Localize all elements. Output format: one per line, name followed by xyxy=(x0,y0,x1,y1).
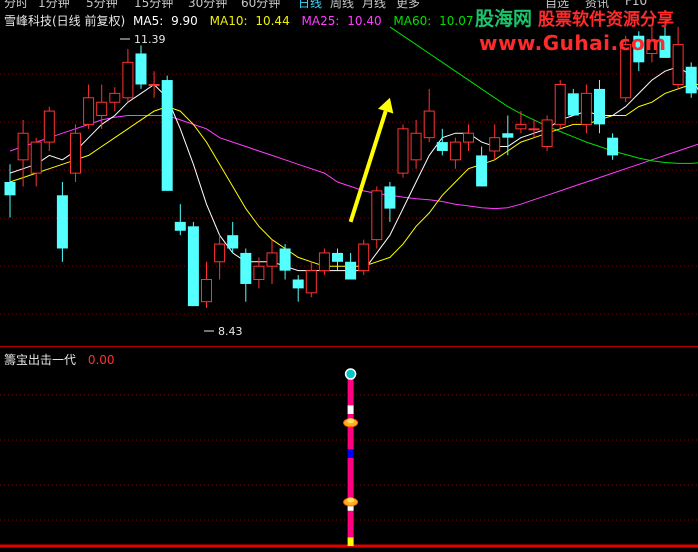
candle-up xyxy=(305,270,317,294)
candle-down xyxy=(227,235,239,249)
candle-down xyxy=(279,248,291,271)
indicator-segment xyxy=(347,510,354,538)
indicator-segment xyxy=(347,537,354,546)
candle-up xyxy=(70,132,81,174)
watermark-slogan: 股票软件资源分享 xyxy=(538,10,675,30)
candle-down xyxy=(332,252,343,262)
high-marker-label: 11.39 xyxy=(134,33,166,46)
candle-up xyxy=(30,141,42,174)
candle-up xyxy=(318,252,330,272)
candle-up xyxy=(554,83,566,125)
candle-down xyxy=(174,221,186,231)
watermark-brand: 股海网 xyxy=(475,8,533,30)
ma25-line xyxy=(9,115,698,210)
candle-up xyxy=(266,252,278,267)
candle-down xyxy=(384,186,396,209)
candle-up xyxy=(96,101,108,117)
candle-up xyxy=(148,83,160,86)
candle-up xyxy=(410,132,422,161)
candle-up xyxy=(541,119,553,148)
indicator-value: 0.00 xyxy=(87,353,115,367)
candle-up xyxy=(371,190,383,241)
candle-up xyxy=(122,61,134,99)
candle-up xyxy=(397,128,409,174)
candle-up xyxy=(515,123,527,130)
candle-up xyxy=(253,265,265,281)
gold-ingot-top xyxy=(347,497,355,503)
candle-up xyxy=(489,137,501,152)
candle-down xyxy=(4,182,16,196)
candle-up xyxy=(463,132,474,143)
candle-down xyxy=(436,142,448,151)
watermark-url: www.Guhai.com xyxy=(479,31,667,55)
candle-down xyxy=(476,155,488,187)
candle-up xyxy=(43,110,55,143)
candle-up xyxy=(580,92,592,125)
candle-down xyxy=(594,88,605,125)
indicator-title: 籌宝出击一代 0.00 xyxy=(4,351,115,368)
moving-average-lines xyxy=(9,26,698,272)
candle-down xyxy=(56,195,68,249)
candle-down xyxy=(685,66,697,94)
stock-chart-window: 分时 1分钟 5分钟 15分钟 30分钟 60分钟 日线 周线 月线 更多 自选… xyxy=(0,0,698,552)
candle-down xyxy=(607,137,619,156)
candle-up xyxy=(358,243,370,272)
candle-up xyxy=(214,243,226,263)
candle-down xyxy=(345,261,357,280)
candle-up xyxy=(109,92,121,103)
candle-up xyxy=(83,97,95,125)
candle-down xyxy=(240,252,252,284)
low-marker-label: 8.43 xyxy=(218,325,243,338)
gold-ingot-top xyxy=(347,418,355,424)
candle-down xyxy=(135,53,147,85)
candle-down xyxy=(161,80,173,191)
candle-up xyxy=(423,110,435,139)
candle-down xyxy=(187,226,199,307)
candle-up xyxy=(201,279,212,303)
price-chart[interactable]: 11.39 8.43 xyxy=(0,0,698,552)
indicator-segment xyxy=(347,458,354,502)
candle-up xyxy=(449,141,461,161)
candle-up xyxy=(17,132,29,161)
candle-down xyxy=(567,93,579,116)
indicator-bar xyxy=(343,368,359,546)
signal-icon xyxy=(344,368,357,380)
indicator-segment xyxy=(347,405,354,414)
candle-down xyxy=(292,279,304,289)
indicator-segment xyxy=(347,449,354,458)
candle-down xyxy=(502,133,514,138)
indicator-name: 籌宝出击一代 xyxy=(4,353,77,367)
candle-up xyxy=(528,128,540,131)
watermark-logo: 股海网 股票软件资源分享 www.Guhai.com xyxy=(475,4,698,60)
indicator-segment xyxy=(347,378,354,406)
